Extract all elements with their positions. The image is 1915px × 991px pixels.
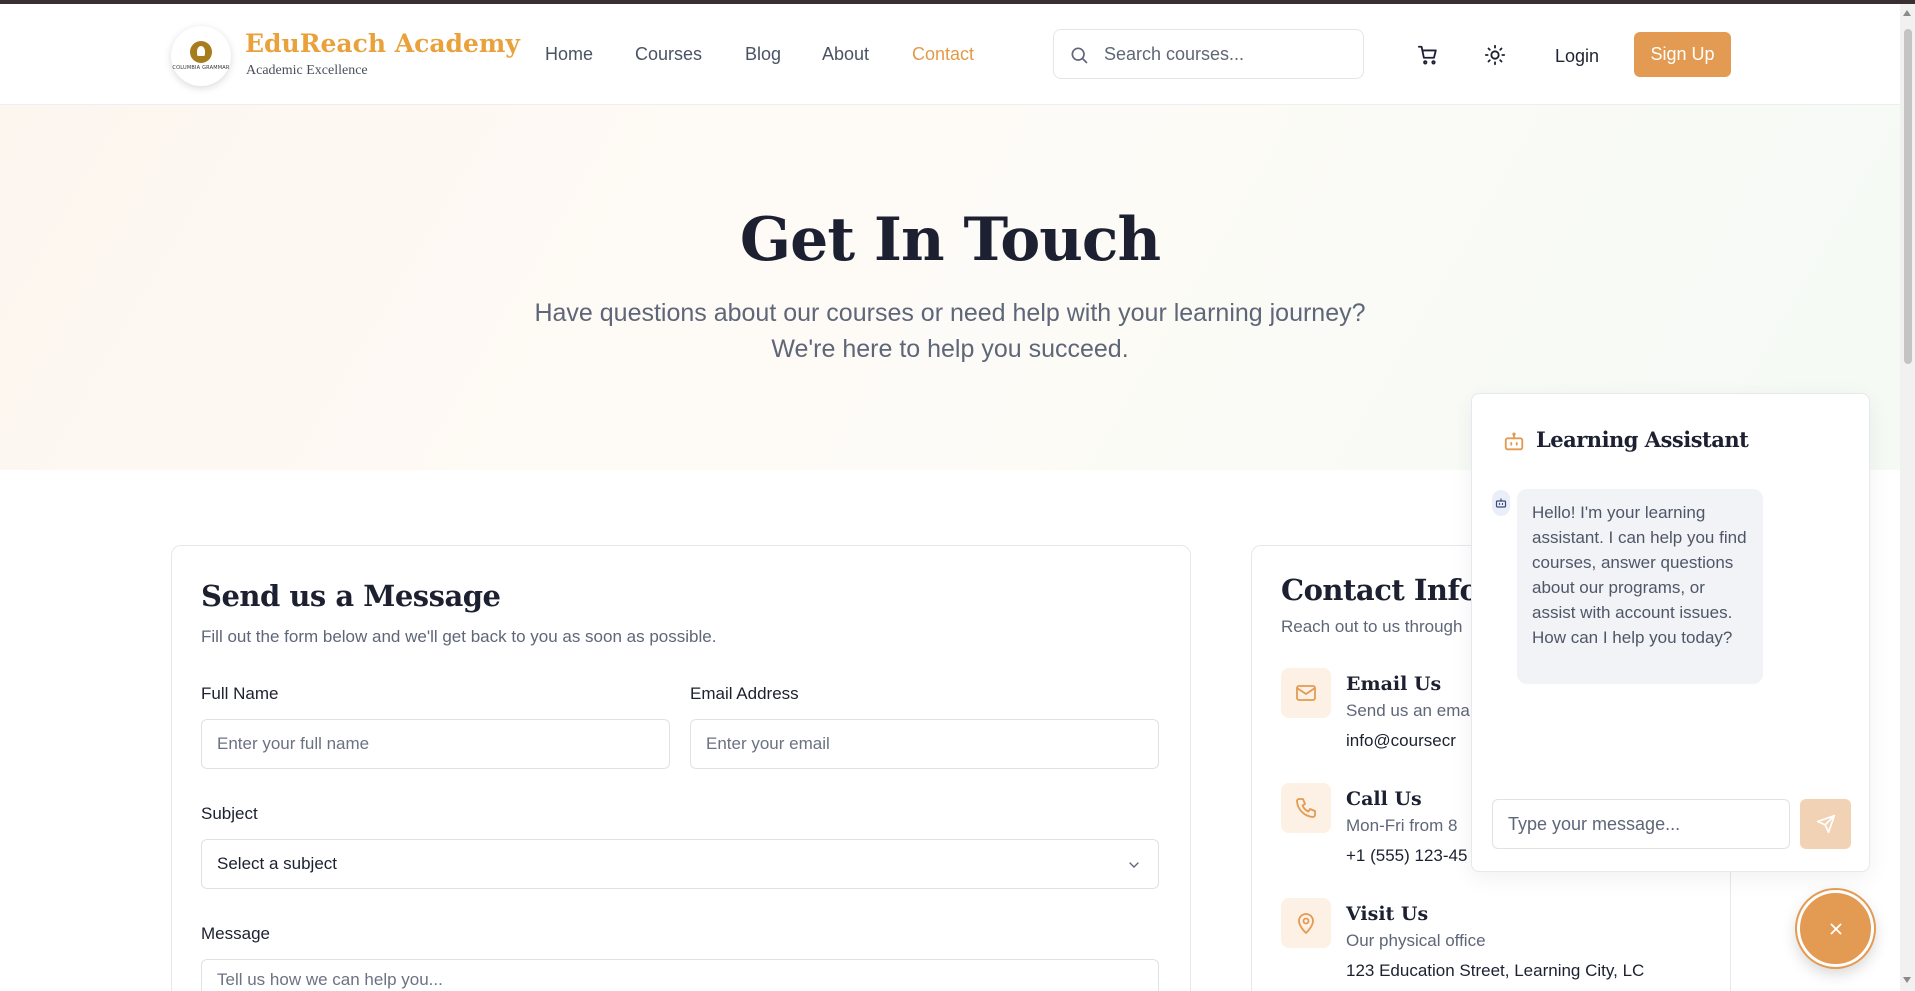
bot-avatar [1492, 490, 1510, 516]
brand-tagline: Academic Excellence [246, 63, 368, 78]
logo[interactable]: COLUMBIA GRAMMAR [171, 26, 231, 86]
send-button[interactable] [1800, 799, 1851, 849]
search-box[interactable] [1053, 29, 1364, 79]
cart-icon[interactable] [1417, 44, 1439, 66]
email-label: Email Address [690, 684, 799, 703]
scroll-up-arrow-icon[interactable] [1903, 10, 1911, 16]
nav-home[interactable]: Home [545, 44, 593, 65]
map-pin-icon [1298, 913, 1314, 934]
mail-icon [1296, 685, 1316, 701]
login-button[interactable]: Login [1537, 36, 1617, 76]
form-description: Fill out the form below and we'll get ba… [201, 627, 717, 646]
close-icon [1830, 923, 1841, 934]
search-icon [1071, 47, 1088, 64]
scrollbar-thumb[interactable] [1904, 29, 1912, 364]
subject-select-value: Select a subject [217, 854, 338, 873]
chat-title: Learning Assistant [1536, 427, 1749, 452]
page-title: Get In Touch [739, 205, 1161, 275]
phone-icon-box [1281, 783, 1331, 833]
nav-about[interactable]: About [822, 44, 869, 65]
bot-avatar-icon [1495, 498, 1507, 508]
subject-label: Subject [201, 804, 258, 823]
message-label: Message [201, 924, 270, 943]
nav-contact[interactable]: Contact [912, 44, 974, 65]
email-us-title: Email Us [1346, 673, 1442, 695]
signup-button[interactable]: Sign Up [1634, 32, 1731, 77]
full-name-label: Full Name [201, 684, 279, 703]
hero-subtitle-line-1: Have questions about our courses or need… [534, 299, 1366, 327]
mail-icon-box [1281, 668, 1331, 718]
message-form-card: Send us a Message Fill out the form belo… [171, 545, 1191, 991]
call-us-subtitle: Mon-Fri from 8 [1346, 816, 1458, 835]
logo-emblem-icon [190, 41, 212, 63]
call-us-title: Call Us [1346, 788, 1422, 810]
chat-close-fab[interactable] [1797, 890, 1874, 967]
phone-icon [1296, 798, 1316, 818]
site-header: COLUMBIA GRAMMAR EduReach Academy Academ… [0, 4, 1900, 105]
visit-us-subtitle: Our physical office [1346, 931, 1486, 950]
send-icon [1816, 814, 1835, 834]
contact-info-description: Reach out to us through [1281, 617, 1463, 636]
nav-blog[interactable]: Blog [745, 44, 781, 65]
hero-subtitle-line-2: We're here to help you succeed. [771, 335, 1129, 363]
logo-text: COLUMBIA GRAMMAR [172, 65, 230, 71]
form-title: Send us a Message [201, 579, 501, 613]
message-textarea[interactable] [201, 959, 1159, 991]
chat-message-input[interactable] [1492, 799, 1790, 849]
chat-panel: Learning Assistant Hello! I'm your learn… [1471, 393, 1870, 872]
visit-us-title: Visit Us [1346, 903, 1429, 925]
email-input[interactable] [690, 719, 1159, 769]
scroll-down-arrow-icon[interactable] [1903, 977, 1911, 983]
email-us-value[interactable]: info@coursecr [1346, 731, 1456, 751]
call-us-value[interactable]: +1 (555) 123-45 [1346, 846, 1467, 866]
map-pin-icon-box [1281, 898, 1331, 948]
search-input[interactable] [1104, 42, 1354, 66]
bot-message: Hello! I'm your learning assistant. I ca… [1517, 489, 1763, 684]
bot-icon [1504, 432, 1524, 451]
hero-subtitle: Have questions about our courses or need… [450, 295, 1450, 367]
sun-icon[interactable] [1484, 44, 1506, 66]
full-name-input[interactable] [201, 719, 670, 769]
email-us-subtitle: Send us an ema [1346, 701, 1470, 720]
visit-us-value[interactable]: 123 Education Street, Learning City, LC [1346, 961, 1644, 981]
page-scrollbar[interactable] [1900, 4, 1915, 991]
nav-courses[interactable]: Courses [635, 44, 702, 65]
subject-select[interactable]: Select a subject [201, 839, 1159, 889]
brand-name[interactable]: EduReach Academy [245, 29, 520, 58]
chevron-down-icon [1129, 862, 1139, 868]
